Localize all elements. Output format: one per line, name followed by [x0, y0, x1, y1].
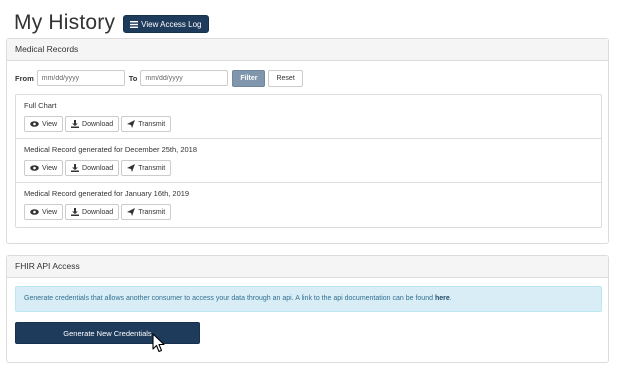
list-icon — [130, 20, 139, 28]
download-label: Download — [82, 164, 114, 172]
reset-button[interactable]: Reset — [268, 69, 303, 87]
transmit-label: Transmit — [138, 208, 166, 216]
view-label: View — [42, 208, 58, 216]
download-icon — [71, 208, 80, 216]
download-icon — [71, 164, 80, 172]
page-header: My History View Access Log — [14, 8, 209, 38]
date-filter-row: From To Filter Reset — [15, 69, 303, 87]
view-button[interactable]: View — [24, 204, 64, 220]
record-title: Medical Record generated for January 16t… — [24, 189, 190, 198]
list-item: Full Chart View Download Transmit — [16, 95, 601, 139]
from-label: From — [15, 73, 34, 83]
send-icon — [127, 120, 136, 128]
eye-icon — [30, 121, 39, 127]
download-button[interactable]: Download — [65, 160, 120, 176]
record-title: Full Chart — [24, 101, 57, 110]
api-docs-link[interactable]: here — [435, 295, 450, 302]
view-button[interactable]: View — [24, 160, 64, 176]
from-date-input[interactable] — [36, 70, 125, 86]
page-title: My History — [14, 11, 116, 34]
list-item: Medical Record generated for January 16t… — [16, 183, 601, 227]
fhir-api-panel: FHIR API Access Generate credentials tha… — [6, 255, 609, 363]
to-date-input[interactable] — [140, 70, 229, 86]
medical-records-panel: Medical Records From To Filter Reset Ful… — [6, 38, 609, 244]
download-label: Download — [82, 120, 114, 128]
transmit-button[interactable]: Transmit — [121, 160, 172, 176]
view-button[interactable]: View — [24, 116, 64, 132]
download-button[interactable]: Download — [65, 116, 120, 132]
transmit-label: Transmit — [138, 164, 166, 172]
transmit-button[interactable]: Transmit — [121, 204, 172, 220]
medical-records-heading: Medical Records — [7, 39, 608, 61]
view-access-log-button[interactable]: View Access Log — [123, 15, 209, 33]
record-actions: View Download Transmit — [24, 204, 172, 220]
list-item: Medical Record generated for December 25… — [16, 139, 601, 183]
info-end: . — [449, 295, 452, 302]
send-icon — [127, 208, 136, 216]
download-icon — [71, 120, 80, 128]
download-label: Download — [82, 208, 114, 216]
send-icon — [127, 164, 136, 172]
info-alert: Generate credentials that allows another… — [15, 286, 602, 312]
record-title: Medical Record generated for December 25… — [24, 145, 198, 154]
fhir-api-heading: FHIR API Access — [7, 256, 608, 278]
record-actions: View Download Transmit — [24, 116, 172, 132]
transmit-button[interactable]: Transmit — [121, 116, 172, 132]
info-text: Generate credentials that allows another… — [24, 295, 435, 302]
mouse-pointer-icon — [152, 333, 166, 358]
transmit-label: Transmit — [138, 120, 166, 128]
view-label: View — [42, 120, 58, 128]
records-list: Full Chart View Download Transmit Medica… — [15, 94, 602, 228]
view-label: View — [42, 164, 58, 172]
download-button[interactable]: Download — [65, 204, 120, 220]
filter-button[interactable]: Filter — [232, 69, 266, 87]
eye-icon — [30, 209, 39, 215]
record-actions: View Download Transmit — [24, 160, 172, 176]
generate-credentials-button[interactable]: Generate New Credentials — [15, 322, 200, 344]
view-access-log-label: View Access Log — [141, 19, 202, 29]
to-label: To — [128, 73, 138, 83]
eye-icon — [30, 165, 39, 171]
